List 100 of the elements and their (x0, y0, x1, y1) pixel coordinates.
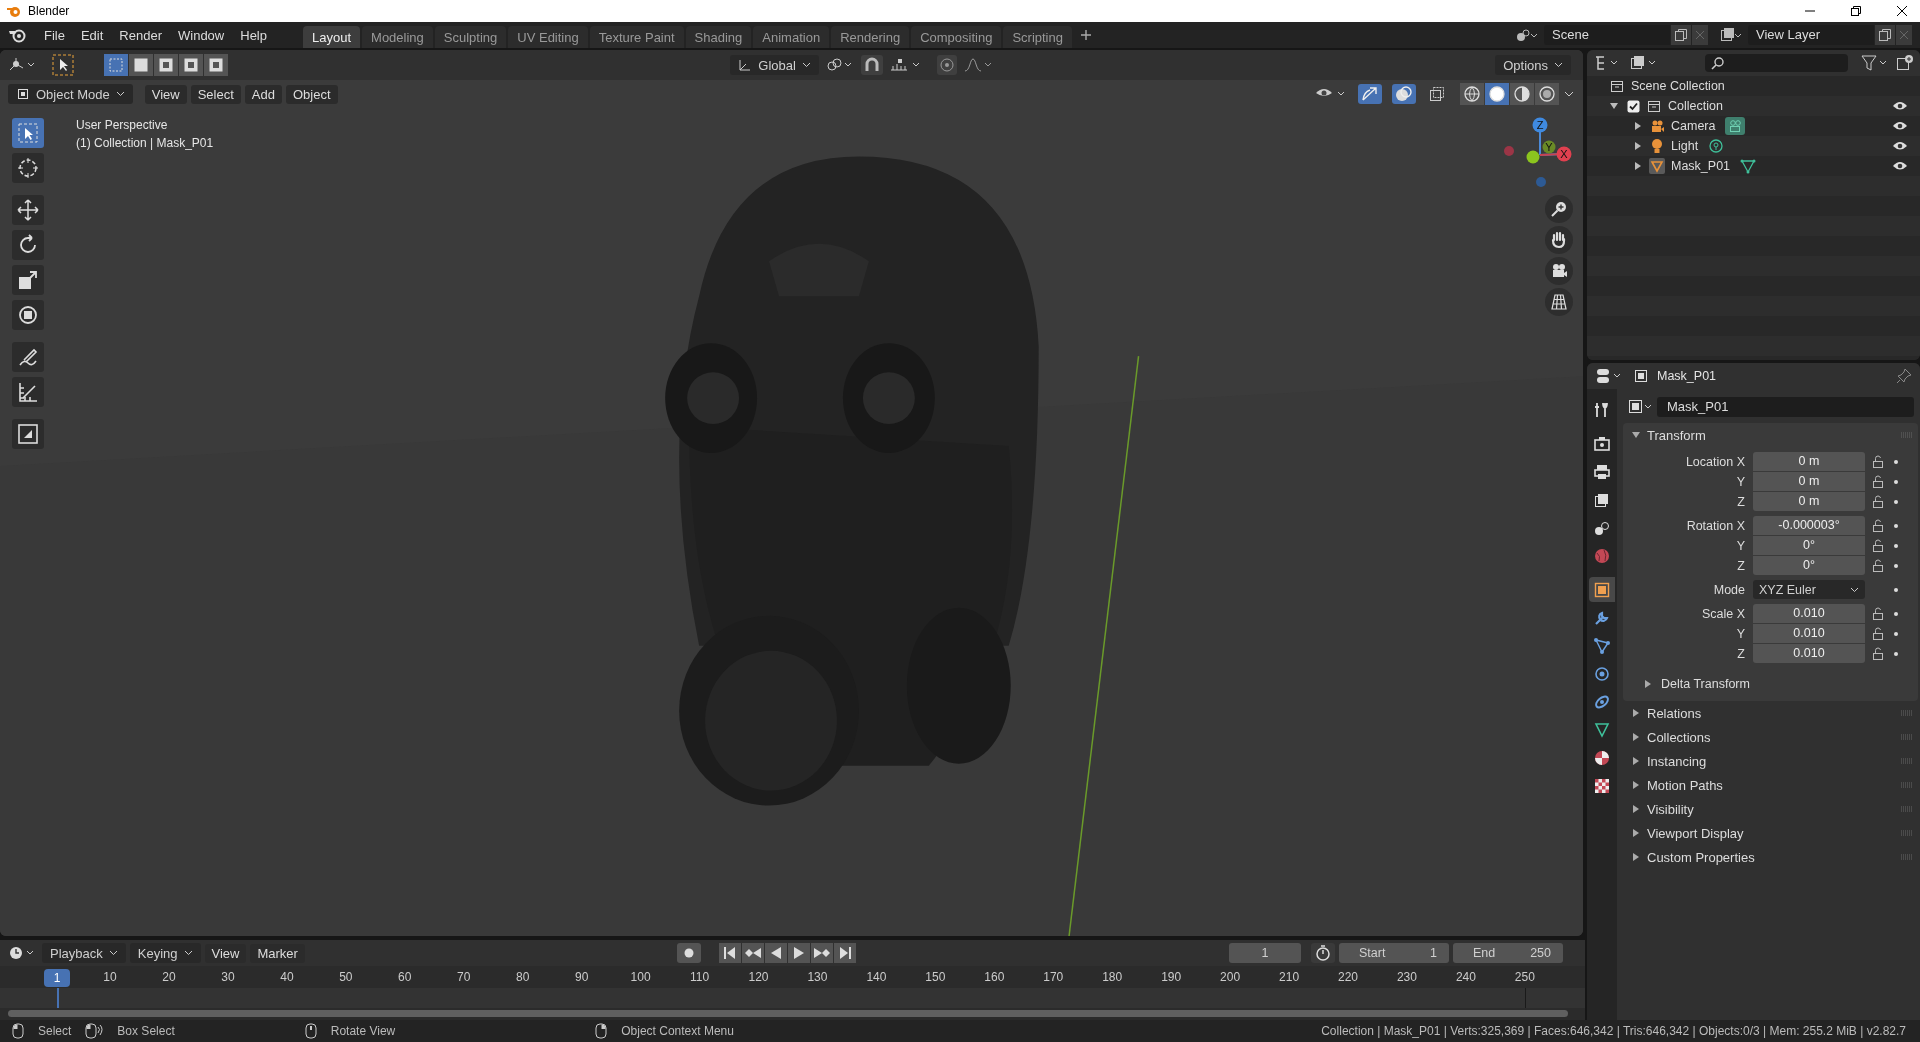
menu-item[interactable]: Render (111, 24, 170, 46)
proportional-edit-icon[interactable] (936, 55, 957, 75)
magnet-icon[interactable] (860, 55, 883, 75)
axis-gizmo-drawing[interactable]: Z Y X (1495, 112, 1575, 192)
light-data-icon[interactable] (1708, 138, 1725, 154)
transform-tool-button[interactable] (12, 300, 44, 330)
panel-title[interactable]: Viewport Display (1647, 825, 1744, 841)
disclosure-triangle-icon[interactable] (1633, 141, 1643, 151)
panel-title[interactable]: Relations (1647, 705, 1702, 721)
cursor-tool-button[interactable] (12, 153, 44, 183)
tree-item[interactable]: Scene Collection (1631, 79, 1725, 93)
chevron-down-icon[interactable] (1563, 89, 1575, 99)
checkbox[interactable] (1627, 99, 1640, 113)
lock-icon[interactable] (1871, 454, 1885, 469)
copy-icon[interactable] (1671, 25, 1691, 45)
tree-item[interactable]: Mask_P01 (1671, 159, 1731, 173)
disclosure-triangle-icon[interactable] (1643, 679, 1653, 689)
tree-item[interactable]: Collection (1668, 99, 1723, 113)
scale-tool-button[interactable] (12, 265, 44, 295)
menu-item[interactable]: Help (232, 24, 275, 46)
view-layer-field[interactable]: View Layer (1748, 25, 1874, 45)
tree-item[interactable]: Camera (1671, 119, 1716, 133)
disclosure-triangle-icon[interactable] (1631, 780, 1641, 790)
lock-icon[interactable] (1871, 606, 1885, 621)
lock-icon[interactable] (1871, 494, 1885, 509)
eye-icon[interactable] (1892, 120, 1908, 132)
workspace-tab[interactable]: UV Editing (508, 26, 588, 48)
grip-icon[interactable] (1900, 734, 1914, 740)
number-field[interactable]: 0.010 (1753, 624, 1865, 643)
falloff-curve-icon[interactable] (962, 56, 993, 74)
grid-icon[interactable] (1545, 288, 1573, 316)
disclosure-triangle-icon[interactable] (1631, 828, 1641, 838)
lock-icon[interactable] (1871, 518, 1885, 533)
stopwatch-icon[interactable] (1311, 943, 1335, 963)
keyframe-dot-icon[interactable] (1893, 522, 1899, 529)
current-frame-field[interactable]: 1 (1229, 943, 1301, 963)
square-icon[interactable] (1589, 577, 1615, 602)
zoom-icon[interactable] (1545, 195, 1573, 223)
workspace-tab[interactable]: Shading (685, 26, 752, 48)
number-field[interactable]: 0.010 (1753, 644, 1865, 663)
gizmo-icon[interactable] (1358, 84, 1382, 104)
lock-icon[interactable] (1871, 538, 1885, 553)
previous-keyframe-icon[interactable] (742, 943, 765, 963)
keyframe-dot-icon[interactable] (1893, 586, 1899, 593)
keyframe-dot-icon[interactable] (1893, 498, 1899, 505)
jump-start-icon[interactable] (719, 943, 742, 963)
panel-title[interactable]: Transform (1647, 427, 1706, 443)
orientation-dropdown[interactable]: Global (730, 55, 819, 75)
lock-icon[interactable] (1871, 646, 1885, 661)
disclosure-triangle-icon[interactable] (1631, 430, 1641, 440)
keyframe-dot-icon[interactable] (1893, 562, 1899, 569)
start-frame-field[interactable]: Start 1 (1339, 943, 1449, 963)
panel-title[interactable]: Collections (1647, 729, 1711, 745)
pin-icon[interactable] (1896, 368, 1912, 384)
measure-tool-button[interactable] (12, 377, 44, 407)
lock-icon[interactable] (1871, 626, 1885, 641)
selection-mode-icon[interactable] (179, 54, 203, 76)
number-field[interactable]: 0.010 (1753, 604, 1865, 623)
mode-dropdown[interactable]: XYZ Euler (1753, 580, 1865, 599)
keyframe-dot-icon[interactable] (1893, 650, 1899, 657)
disclosure-triangle-icon[interactable] (1631, 756, 1641, 766)
menu-item[interactable]: File (36, 24, 73, 46)
record-icon[interactable] (677, 943, 702, 963)
jump-end-icon[interactable] (834, 943, 857, 963)
search-field[interactable] (1705, 54, 1848, 72)
scene-icon[interactable] (1516, 27, 1538, 43)
selection-mode-icon[interactable] (204, 54, 228, 76)
add-tool-button[interactable] (12, 419, 44, 449)
close-icon[interactable] (1896, 5, 1908, 17)
camera-icon[interactable] (1545, 257, 1573, 285)
disclosure-triangle-icon[interactable] (1631, 732, 1641, 742)
options-dropdown[interactable]: Options (1495, 55, 1571, 75)
blender-logo-icon[interactable] (8, 27, 26, 43)
number-field[interactable]: -0.000003° (1753, 516, 1865, 535)
grip-icon[interactable] (1900, 758, 1914, 764)
number-field[interactable]: 0° (1753, 556, 1865, 575)
grip-icon[interactable] (1900, 806, 1914, 812)
name-field[interactable]: Mask_P01 (1657, 397, 1914, 417)
next-keyframe-icon[interactable] (811, 943, 834, 963)
subpanel-title[interactable]: Delta Transform (1661, 677, 1750, 691)
menu-item[interactable]: View (204, 943, 247, 963)
new-collection-icon[interactable] (1896, 54, 1914, 72)
tree-item[interactable]: Light (1671, 139, 1699, 153)
playhead[interactable]: 1 (44, 969, 70, 987)
disclosure-triangle-icon[interactable] (1631, 708, 1641, 718)
image-stack-icon[interactable] (1720, 27, 1742, 43)
play-icon[interactable] (788, 943, 811, 963)
menu-dropdown[interactable]: Playback (42, 943, 126, 963)
eye-icon[interactable] (1892, 140, 1908, 152)
keyframe-dot-icon[interactable] (1893, 630, 1899, 637)
disclosure-triangle-icon[interactable] (1631, 804, 1641, 814)
disclosure-triangle-icon[interactable] (1633, 161, 1643, 171)
workspace-tab[interactable]: Compositing (911, 26, 1002, 48)
selection-mode-icon[interactable] (129, 54, 153, 76)
panel-title[interactable]: Motion Paths (1647, 777, 1723, 793)
scene-field[interactable]: Scene (1544, 25, 1670, 45)
mode-dropdown[interactable]: Object Mode (8, 84, 133, 104)
number-field[interactable]: 0 m (1753, 492, 1865, 511)
number-field[interactable]: 0 m (1753, 452, 1865, 471)
lock-icon[interactable] (1871, 474, 1885, 489)
